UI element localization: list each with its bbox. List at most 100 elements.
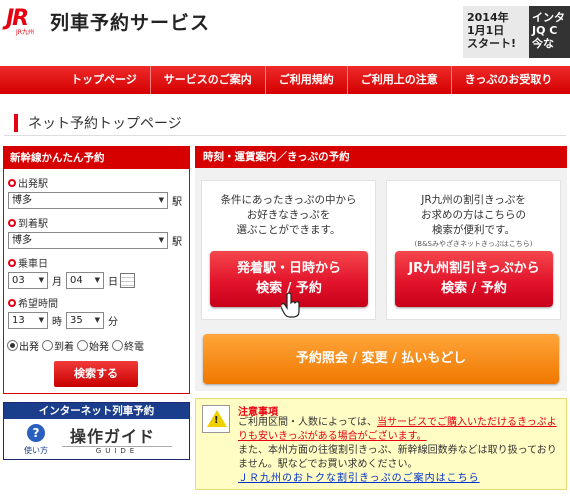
radio-selected-icon: [7, 340, 18, 351]
radio-first-train[interactable]: 始発: [77, 338, 109, 353]
minute-unit: 分: [108, 317, 118, 328]
station-suffix: 駅: [172, 237, 182, 248]
reservation-inquiry-button[interactable]: 予約照会 / 変更 / 払いもどし: [203, 334, 559, 384]
radio-departure[interactable]: 出発: [7, 338, 39, 353]
chevron-down-icon: ▼: [38, 276, 44, 284]
hour-select[interactable]: 13 ▼: [8, 312, 48, 329]
minute-select[interactable]: 35 ▼: [66, 312, 104, 329]
description-line: JR九州の割引きっぷを: [421, 194, 526, 206]
promo-banner-text: インタ JQ C 今な: [529, 6, 570, 58]
hour-unit: 時: [52, 317, 62, 328]
date-label-text: 乗車日: [18, 259, 48, 270]
nav-item-service-guide[interactable]: サービスのご案内: [149, 66, 265, 94]
promo-banner-date: 2014年 1月1日 スタート!: [463, 6, 529, 58]
radio-arrival[interactable]: 到着: [42, 338, 74, 353]
page-title-bar: ネット予約トップページ: [4, 110, 566, 136]
nav-item-cautions[interactable]: ご利用上の注意: [346, 66, 451, 94]
discount-ticket-box: JR九州の割引きっぷを お求めの方はこちらの 検索が便利です。 (B&Sみやざき…: [386, 180, 561, 320]
banner-line: スタート!: [467, 37, 517, 50]
day-select[interactable]: 04 ▼: [66, 272, 104, 289]
promo-banner[interactable]: 2014年 1月1日 スタート! インタ JQ C 今な: [463, 6, 570, 58]
search-by-station-description: 条件にあったきっぷの中から お好きなきっぷを 選ぶことができます。: [202, 193, 375, 238]
chevron-down-icon: ▼: [94, 276, 100, 284]
hour-value: 13: [12, 315, 25, 326]
operation-guide-banner[interactable]: インターネット列車予約 ? 使い方 操作ガイド GUIDE: [3, 402, 190, 460]
search-button[interactable]: 検索する: [54, 361, 138, 387]
nav-item-top[interactable]: トップページ: [58, 66, 150, 94]
timetable-reserve-panel: 時刻・運賃案内／きっぷの予約 条件にあったきっぷの中から お好きなきっぷを 選ぶ…: [195, 146, 567, 391]
arrival-station-select[interactable]: 博多 ▼: [8, 232, 168, 249]
discount-ticket-description: JR九州の割引きっぷを お求めの方はこちらの 検索が便利です。: [387, 193, 560, 238]
discount-ticket-info-link[interactable]: ＪＲ九州のおトクな割引きっぷのご案内はこちら: [238, 473, 480, 484]
title-accent-bar: [14, 113, 18, 132]
radio-label: 始発: [89, 342, 109, 353]
nav-item-ticket-pickup[interactable]: きっぷのお受取り: [450, 66, 566, 94]
description-line: 検索が便利です。: [432, 224, 515, 236]
banner-line: JQ C: [532, 24, 558, 37]
description-line: お求めの方はこちらの: [421, 209, 526, 221]
chevron-down-icon: ▼: [158, 196, 164, 204]
radio-label: 出発: [19, 342, 39, 353]
departure-station-value: 博多: [12, 195, 32, 206]
radio-empty-icon: [42, 340, 53, 351]
day-value: 04: [70, 275, 83, 286]
arrival-station-value: 博多: [12, 235, 32, 246]
chevron-down-icon: ▼: [38, 316, 44, 324]
station-suffix: 駅: [172, 197, 182, 208]
banner-line: 今な: [532, 37, 554, 50]
time-label-text: 希望時間: [18, 299, 58, 310]
site-logo[interactable]: JR JR九州 列車予約サービス: [6, 6, 210, 36]
description-line: お好きなきっぷを: [246, 209, 331, 221]
jr-logo-icon: JR JR九州: [6, 6, 46, 36]
notice-text: ご利用区間・人数によっては、: [238, 417, 377, 428]
chevron-down-icon: ▼: [158, 236, 164, 244]
guide-banner-head: インターネット列車予約: [4, 403, 189, 419]
calendar-icon[interactable]: [120, 273, 135, 288]
guide-title: 操作ガイド: [70, 427, 156, 446]
departure-label-text: 出発駅: [18, 179, 48, 190]
search-discount-ticket-button[interactable]: JR九州割引きっぷから 検索 / 予約: [395, 251, 553, 307]
radio-label: 到着: [54, 342, 74, 353]
notice-box: ! 注意事項 ご利用区間・人数によっては、当サービスでご購入いただけるきっぷより…: [195, 398, 567, 490]
departure-station-select[interactable]: 博多 ▼: [8, 192, 168, 209]
notice-body: ご利用区間・人数によっては、当サービスでご購入いただけるきっぷよりも安いきっぷが…: [238, 416, 563, 486]
radio-empty-icon: [112, 340, 123, 351]
month-unit: 月: [52, 277, 62, 288]
timetable-panel-title: 時刻・運賃案内／きっぷの予約: [195, 146, 567, 168]
arrival-label-text: 到着駅: [18, 219, 48, 230]
date-label: 乗車日: [8, 255, 189, 270]
help-caption: 使い方: [24, 446, 48, 455]
time-type-radio-group: 出発 到着 始発 終電: [7, 338, 189, 353]
nav-item-terms[interactable]: ご利用規約: [264, 66, 347, 94]
bullet-icon: [8, 258, 16, 267]
radio-empty-icon: [77, 340, 88, 351]
quick-reserve-title: 新幹線かんたん予約: [4, 147, 189, 169]
button-line: 検索 / 予約: [441, 281, 507, 296]
button-line: 発着駅・日時から: [236, 261, 341, 276]
site-header: JR JR九州 列車予約サービス 2014年 1月1日 スタート! インタ JQ…: [0, 0, 570, 60]
discount-ticket-note: (B&Sみやざきネットきっぷはこちら): [414, 240, 533, 248]
description-line: 選ぶことができます。: [236, 224, 341, 236]
banner-line: 2014年: [467, 11, 509, 24]
description-line: 条件にあったきっぷの中から: [220, 194, 357, 206]
bullet-icon: [8, 218, 16, 227]
quick-reserve-panel: 新幹線かんたん予約 出発駅 博多 ▼ 駅 到着駅 博多 ▼ 駅 乗車日 03 ▼…: [3, 146, 190, 394]
hand-cursor-icon: [281, 292, 300, 318]
main-nav: トップページ サービスのご案内 ご利用規約 ご利用上の注意 きっぷのお受取り: [0, 66, 570, 94]
logo-sub-text: JR九州: [16, 29, 34, 36]
button-line: JR九州割引きっぷから: [408, 261, 540, 276]
bullet-icon: [8, 178, 16, 187]
month-value: 03: [12, 275, 25, 286]
month-select[interactable]: 03 ▼: [8, 272, 48, 289]
chevron-down-icon: ▼: [94, 316, 100, 324]
banner-line: インタ: [532, 11, 565, 24]
arrival-label: 到着駅: [8, 215, 189, 230]
minute-value: 35: [70, 315, 83, 326]
warning-icon: !: [202, 405, 230, 433]
radio-last-train[interactable]: 終電: [112, 338, 144, 353]
time-label: 希望時間: [8, 295, 189, 310]
guide-subtitle: GUIDE: [62, 446, 172, 455]
page-title: ネット予約トップページ: [28, 115, 182, 132]
bullet-icon: [8, 298, 16, 307]
site-title: 列車予約サービス: [50, 11, 211, 34]
